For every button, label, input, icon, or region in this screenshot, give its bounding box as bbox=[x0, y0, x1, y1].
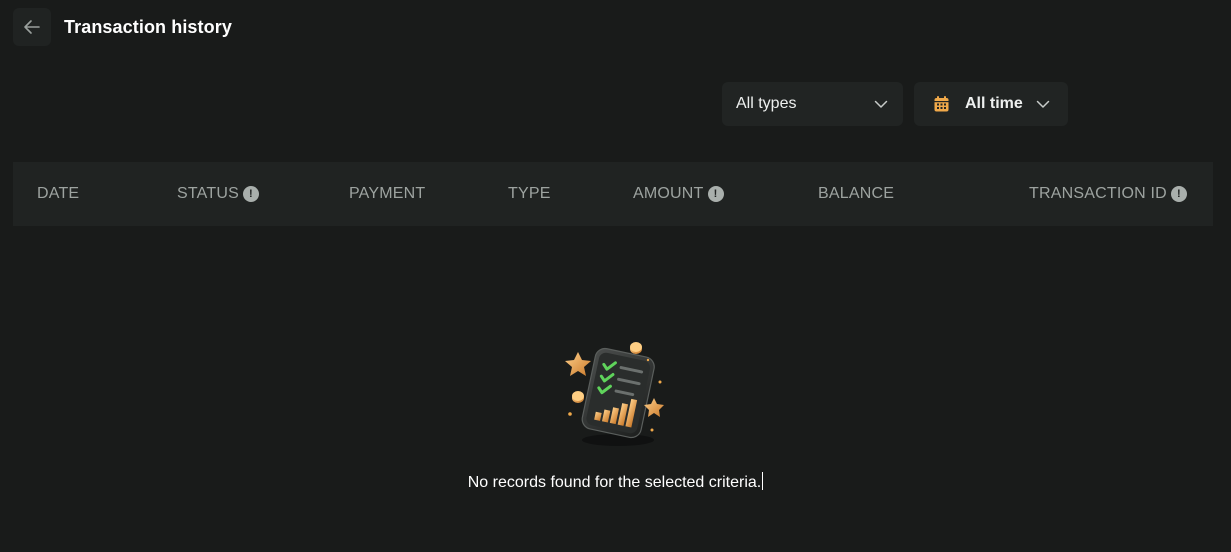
empty-state-text: No records found for the selected criter… bbox=[467, 474, 762, 491]
time-filter-dropdown[interactable]: All time bbox=[914, 82, 1068, 126]
time-filter-label: All time bbox=[965, 95, 1023, 112]
back-button[interactable] bbox=[13, 8, 51, 46]
column-balance[interactable]: BALANCE bbox=[818, 162, 894, 226]
empty-state-message: No records found for the selected criter… bbox=[0, 472, 1231, 493]
column-label: PAYMENT bbox=[349, 185, 426, 202]
clipboard-chart-illustration bbox=[565, 342, 664, 446]
calendar-icon bbox=[934, 96, 949, 112]
type-filter-dropdown[interactable]: All types bbox=[722, 82, 903, 126]
arrow-left-icon bbox=[24, 20, 40, 34]
column-date[interactable]: DATE bbox=[37, 162, 79, 226]
column-label: TYPE bbox=[508, 185, 551, 202]
transaction-history-page: Transaction history All types All time D… bbox=[0, 0, 1231, 552]
column-label: BALANCE bbox=[818, 185, 895, 202]
column-status[interactable]: STATUS ! bbox=[177, 162, 259, 226]
page-title: Transaction history bbox=[64, 17, 232, 37]
info-icon[interactable]: ! bbox=[242, 186, 259, 202]
column-amount[interactable]: AMOUNT ! bbox=[633, 162, 724, 226]
info-icon[interactable]: ! bbox=[707, 186, 724, 202]
text-cursor bbox=[762, 472, 764, 490]
chevron-down-icon bbox=[1036, 100, 1050, 108]
column-label: DATE bbox=[37, 185, 80, 202]
chevron-down-icon bbox=[874, 100, 888, 108]
column-type[interactable]: TYPE bbox=[508, 162, 551, 226]
type-filter-label: All types bbox=[736, 95, 797, 112]
column-label: STATUS bbox=[177, 185, 239, 202]
info-icon[interactable]: ! bbox=[1170, 186, 1187, 202]
column-payment[interactable]: PAYMENT bbox=[349, 162, 425, 226]
column-transaction-id[interactable]: TRANSACTION ID ! bbox=[1029, 162, 1187, 226]
table-header: DATE STATUS ! PAYMENT TYPE AMOUNT ! BALA… bbox=[13, 162, 1213, 226]
column-label: TRANSACTION ID bbox=[1029, 185, 1167, 202]
column-label: AMOUNT bbox=[633, 185, 704, 202]
